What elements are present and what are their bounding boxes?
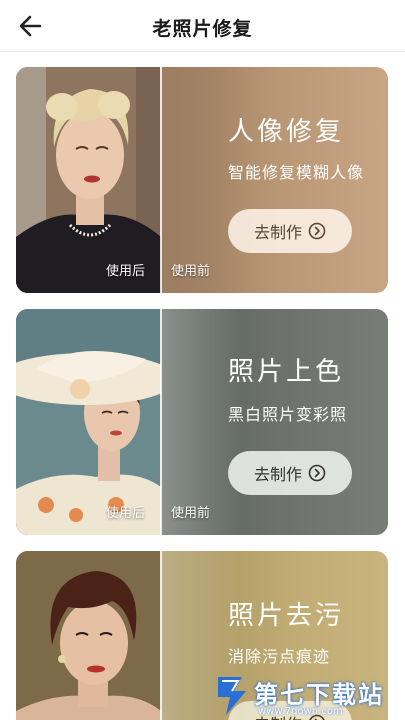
make-button[interactable]: 去制作 <box>228 209 352 253</box>
top-bar: 老照片修复 <box>0 0 405 52</box>
site-watermark: 第七下载站 www.7down.com <box>212 673 402 720</box>
watermark-text: 第七下载站 <box>254 681 384 709</box>
page-title: 老照片修复 <box>152 18 253 40</box>
card-subtitle: 智能修复模糊人像 <box>228 163 365 182</box>
watermark-url: www.7down.com <box>258 706 343 717</box>
make-button-label: 去制作 <box>253 223 302 242</box>
card-subtitle: 消除污点痕迹 <box>228 647 331 666</box>
before-label: 使用前 <box>171 264 211 279</box>
before-label: 使用前 <box>171 506 211 521</box>
card-portrait-restore[interactable]: 使用后 使用前 人像修复 智能修复模糊人像 去制作 <box>16 67 388 293</box>
card-title: 照片去污 <box>228 601 345 631</box>
compare-divider[interactable] <box>160 67 162 293</box>
card-photo-colorize[interactable]: 使用后 使用前 照片上色 黑白照片变彩照 去制作 <box>16 309 388 535</box>
make-button-label: 去制作 <box>253 465 302 484</box>
make-button[interactable]: 去制作 <box>228 451 352 495</box>
stain-removal-photo <box>16 551 161 720</box>
chevron-right-circle-icon <box>308 464 326 482</box>
site-logo-icon <box>218 677 246 715</box>
compare-divider[interactable] <box>160 551 162 720</box>
compare-divider[interactable] <box>160 309 162 535</box>
card-title: 照片上色 <box>228 357 345 387</box>
card-subtitle: 黑白照片变彩照 <box>228 405 348 424</box>
after-label: 使用后 <box>106 506 146 521</box>
card-title: 人像修复 <box>228 117 345 147</box>
chevron-right-circle-icon <box>308 222 326 240</box>
after-label: 使用后 <box>106 264 146 279</box>
